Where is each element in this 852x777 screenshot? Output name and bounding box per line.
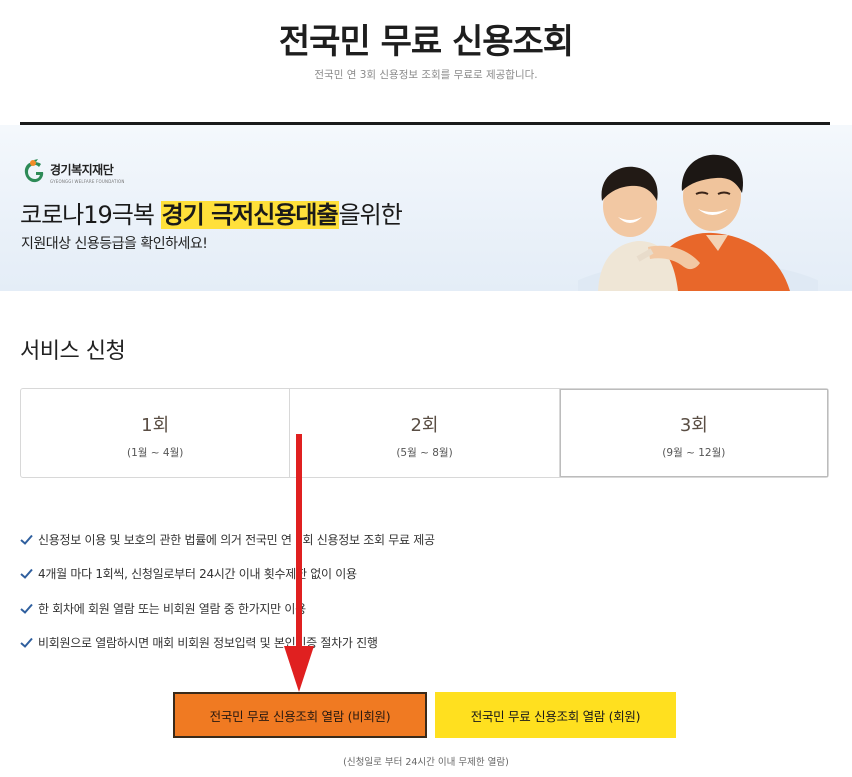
headline-suffix: 을위한: [338, 201, 403, 229]
father-son-photo: [578, 154, 818, 291]
check-icon: [20, 534, 33, 545]
foundation-logo: 경기복지재단 GYEONGGI WELFARE FOUNDATION: [22, 159, 125, 185]
banner-description: 지원대상 신용등급을 확인하세요!: [21, 236, 208, 252]
round-label: 2회: [410, 415, 439, 436]
round-period: (9월 ~ 12월): [662, 447, 726, 459]
notice-text: 비회원으로 열람하시면 매회 비회원 정보입력 및 본인인증 절차가 진행: [38, 636, 378, 651]
notice-text: 한 회차에 회원 열람 또는 비회원 열람 중 한가지만 이용: [38, 601, 306, 616]
round-period: (5월 ~ 8월): [396, 447, 453, 459]
page-title: 전국민 무료 신용조회: [278, 22, 574, 62]
promo-banner[interactable]: 경기복지재단 GYEONGGI WELFARE FOUNDATION 코로나19…: [0, 125, 852, 291]
member-credit-check-button[interactable]: 전국민 무료 신용조회 열람 (회원): [435, 692, 676, 738]
logo-english: GYEONGGI WELFARE FOUNDATION: [50, 178, 125, 184]
round-tab-3[interactable]: 3회 (9월 ~ 12월): [560, 389, 828, 477]
headline-highlight: 경기 극저신용대출: [160, 201, 339, 229]
banner-headline: 코로나19극복 경기 극저신용대출을위한: [20, 195, 403, 230]
round-tab-1[interactable]: 1회 (1월 ~ 4월): [21, 389, 291, 477]
check-icon: [20, 569, 33, 580]
page-subtitle: 전국민 연 3회 신용정보 조회를 무료로 제공합니다.: [314, 69, 538, 81]
button-note: (신청일로 부터 24시간 이내 무제한 열람): [343, 757, 509, 768]
notice-text: 4개월 마다 1회씩, 신청일로부터 24시간 이내 횟수제한 없이 이용: [38, 567, 357, 582]
logo-name: 경기복지재단: [50, 162, 114, 177]
round-period: (1월 ~ 4월): [126, 447, 184, 459]
list-item: 신용정보 이용 및 보호의 관한 법률에 의거 전국민 연 3회 신용정보 조회…: [20, 522, 435, 557]
headline-prefix: 코로나19극복: [20, 201, 161, 229]
round-selector: 1회 (1월 ~ 4월) 2회 (5월 ~ 8월) 3회 (9월 ~ 12월): [20, 388, 829, 478]
notice-list: 신용정보 이용 및 보호의 관한 법률에 의거 전국민 연 3회 신용정보 조회…: [20, 522, 435, 660]
round-tab-2[interactable]: 2회 (5월 ~ 8월): [290, 389, 560, 477]
section-title: 서비스 신청: [20, 339, 126, 364]
check-icon: [20, 603, 33, 614]
list-item: 한 회차에 회원 열람 또는 비회원 열람 중 한가지만 이용: [20, 591, 435, 626]
guest-credit-check-button[interactable]: 전국민 무료 신용조회 열람 (비회원): [173, 692, 427, 738]
list-item: 비회원으로 열람하시면 매회 비회원 정보입력 및 본인인증 절차가 진행: [20, 626, 435, 661]
round-label: 1회: [141, 415, 170, 436]
check-icon: [20, 638, 33, 649]
notice-text: 신용정보 이용 및 보호의 관한 법률에 의거 전국민 연 3회 신용정보 조회…: [38, 532, 435, 547]
list-item: 4개월 마다 1회씩, 신청일로부터 24시간 이내 횟수제한 없이 이용: [20, 557, 435, 592]
foundation-logo-icon: [24, 159, 44, 183]
round-label: 3회: [679, 415, 708, 436]
